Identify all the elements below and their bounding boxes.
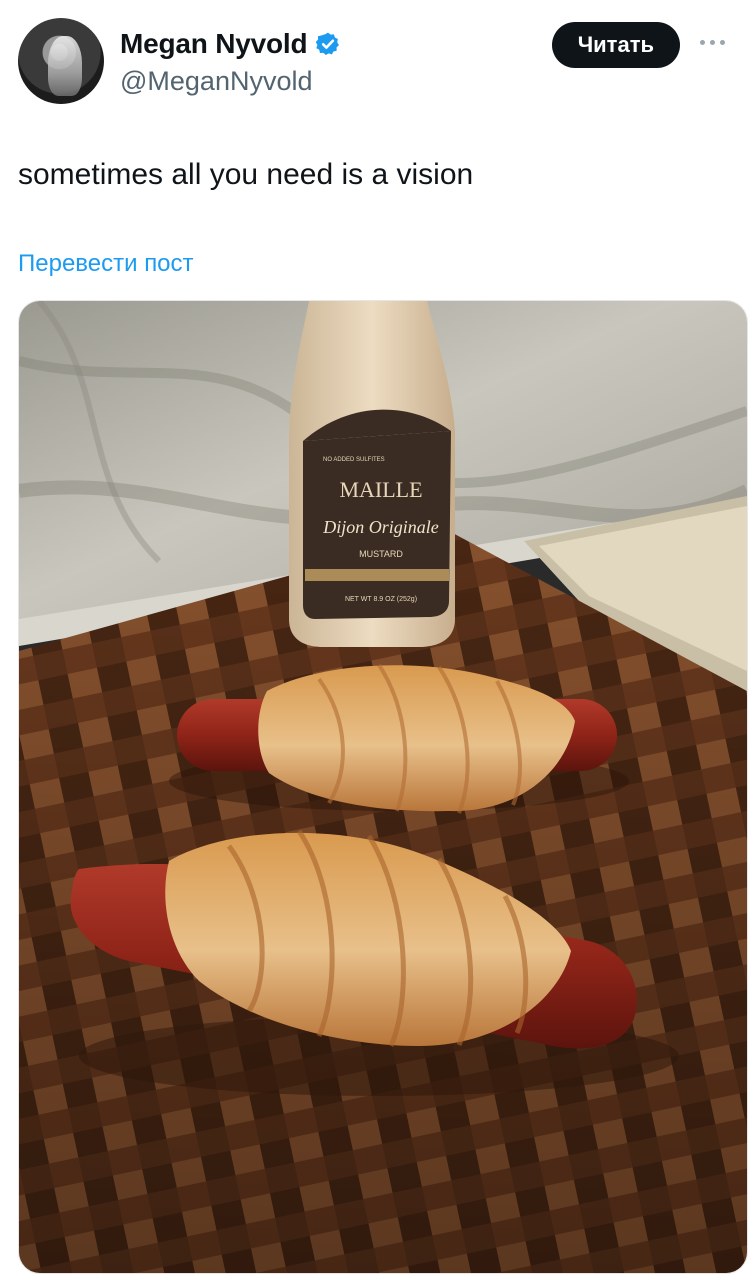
- avatar[interactable]: [18, 18, 104, 104]
- display-name[interactable]: Megan Nyvold: [120, 28, 308, 60]
- tweet-photo[interactable]: MAILLE Dijon Originale MUSTARD NO ADDED …: [18, 300, 748, 1274]
- translate-link[interactable]: Перевести пост: [18, 250, 194, 278]
- tweet-text: sometimes all you need is a vision: [18, 158, 474, 191]
- handle[interactable]: @MeganNyvold: [120, 66, 313, 97]
- verified-badge-icon: [316, 32, 340, 56]
- bottle-netwt: NET WT 8.9 OZ (252g): [345, 596, 417, 603]
- mustard-bottle: MAILLE Dijon Originale MUSTARD NO ADDED …: [289, 301, 455, 647]
- follow-button[interactable]: Читать: [551, 22, 680, 68]
- photo-scene: MAILLE Dijon Originale MUSTARD NO ADDED …: [19, 301, 747, 1273]
- bottle-brand: MAILLE: [339, 477, 422, 502]
- bottle-product: Dijon Originale: [322, 517, 439, 537]
- bottle-type: MUSTARD: [359, 549, 403, 559]
- more-options-icon[interactable]: [694, 32, 730, 52]
- bottle-badge: NO ADDED SULFITES: [323, 457, 385, 463]
- name-row: Megan Nyvold: [120, 28, 341, 60]
- tweet-header: Megan Nyvold @MeganNyvold Читать: [18, 18, 732, 108]
